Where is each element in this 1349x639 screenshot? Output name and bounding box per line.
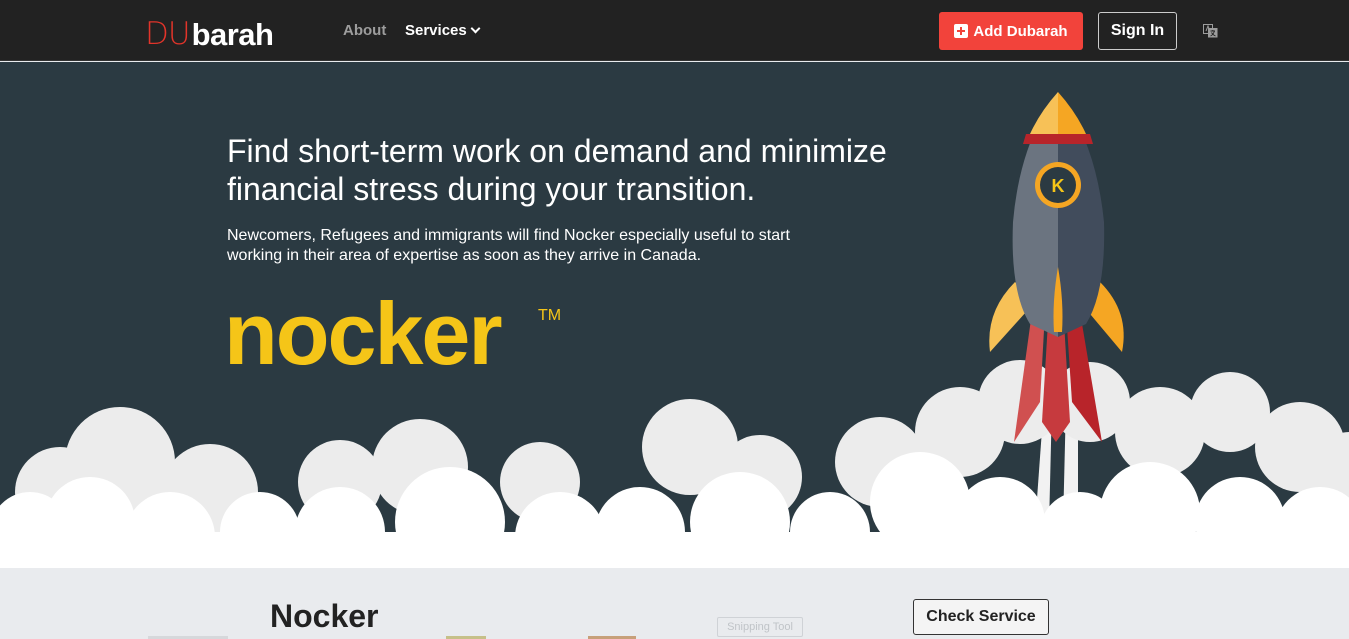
sign-in-button[interactable]: Sign In: [1098, 12, 1177, 50]
plus-square-icon: [954, 24, 969, 38]
hero-subtitle: Newcomers, Refugees and immigrants will …: [227, 227, 790, 264]
navbar: DU barah About Services Add Dubarah Sign…: [0, 0, 1349, 61]
logo-barah: barah: [191, 17, 274, 52]
dubarah-logo[interactable]: DU barah: [145, 10, 274, 52]
logo-du: DU: [145, 16, 191, 52]
hero-title: Find short-term work on demand and minim…: [227, 133, 887, 207]
add-dubarah-button[interactable]: Add Dubarah: [939, 12, 1083, 50]
nav-about-link[interactable]: About: [343, 22, 386, 39]
hero-section: K Find short-term work on demand and min…: [0, 62, 1349, 568]
service-title: Nocker: [270, 598, 379, 634]
check-service-button[interactable]: Check Service: [913, 599, 1049, 635]
chevron-down-icon: [470, 23, 481, 34]
nav-services-dropdown[interactable]: Services: [405, 22, 481, 39]
trademark-text: TM: [538, 307, 561, 324]
rocket-badge-text: K: [1052, 176, 1065, 196]
add-dubarah-label: Add Dubarah: [973, 22, 1068, 40]
nocker-logo-text: nocker: [224, 292, 501, 383]
nav-services-label: Services: [405, 22, 467, 39]
language-icon[interactable]: [1203, 24, 1218, 38]
service-section: Nocker Snipping Tool Check Service: [0, 568, 1349, 639]
nocker-logo: nocker TM: [224, 292, 561, 383]
snipping-tool-label: Snipping Tool: [717, 617, 803, 637]
